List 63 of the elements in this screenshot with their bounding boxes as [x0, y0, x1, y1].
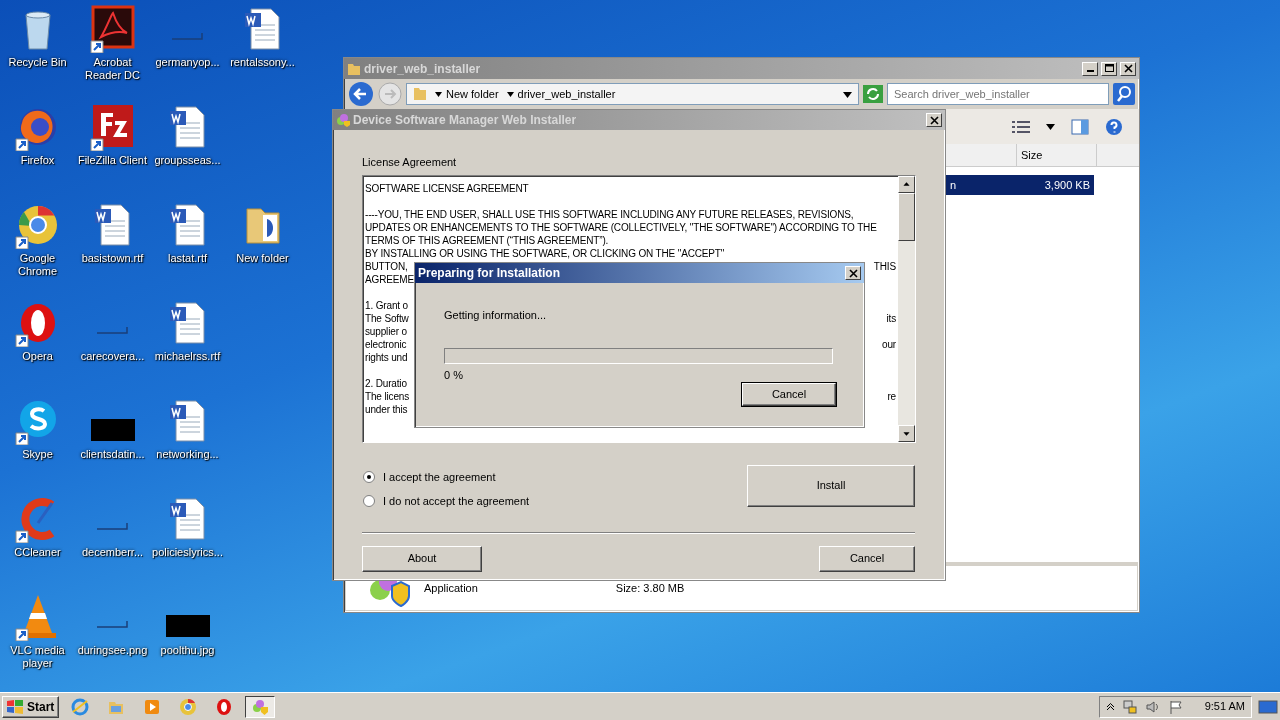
icon-label: VLC media player: [9, 644, 66, 670]
icon-label: CCleaner: [13, 546, 62, 559]
license-text: THIS: [873, 259, 896, 273]
status-message: Getting information...: [444, 308, 547, 323]
icon-label: networking...: [155, 448, 220, 461]
icon-label: rentalssony...: [229, 56, 296, 69]
icon-label: poolthu.jpg: [159, 644, 216, 657]
file-row[interactable]: n 3,900 KB: [946, 175, 1094, 195]
progress-percent: 0 %: [444, 367, 463, 383]
icon-label: policieslyrics...: [151, 546, 224, 559]
icon-label: Firefox: [19, 154, 56, 167]
license-text: The licens: [365, 389, 410, 403]
license-text: UPDATES OR ENHANCEMENTS TO THE SOFTWARE (COLLECTIVELY, "THE SOFTWARE") ACCORDING TO THE: [365, 220, 877, 234]
license-text: under this: [365, 402, 408, 416]
icon-label: clientsdatin...: [79, 448, 146, 461]
about-button[interactable]: About: [362, 545, 482, 572]
search-field[interactable]: Search driver_web_installer: [887, 83, 1109, 105]
icon-label: Opera: [21, 350, 54, 363]
icon-label: michaelrss.rtf: [153, 350, 222, 363]
icon-label: New folder: [235, 252, 290, 265]
license-text: BY INSTALLING OR USING THE SOFTWARE, OR CLICKING ON THE "ACCEPT": [365, 246, 725, 260]
license-text: 1. Grant o: [365, 298, 408, 312]
icon-label: Skype: [21, 448, 54, 461]
radio-option[interactable]: I accept the agreement: [363, 468, 530, 485]
license-text: 2. Duratio: [365, 376, 407, 390]
address-bar[interactable]: New folder driver_web_installer: [406, 83, 859, 105]
radio-option[interactable]: I do not accept the agreement: [363, 493, 530, 510]
icon-label: germanyop...: [154, 56, 221, 69]
start-button[interactable]: Start: [2, 695, 60, 718]
breadcrumb[interactable]: New folder: [446, 85, 499, 103]
icon-label: groupsseas...: [153, 154, 222, 167]
license-text: AGREEME: [365, 272, 414, 286]
icon-label: FileZilla Client: [76, 154, 149, 167]
license-text: The Softw: [365, 311, 409, 325]
license-text: rights und: [365, 350, 408, 364]
install-button[interactable]: Install: [747, 464, 915, 507]
file-type: Application: [424, 580, 478, 596]
cancel-button[interactable]: Cancel: [819, 545, 915, 572]
license-text: TERMS OF THIS AGREEMENT (“THIS AGREEMENT”).: [365, 233, 609, 247]
window-title: driver_web_installer: [364, 60, 482, 78]
icon-label: basistown.rtf: [80, 252, 145, 265]
clock[interactable]: 9:51 AM: [1204, 698, 1245, 715]
license-text: SOFTWARE LICENSE AGREEMENT: [365, 181, 529, 195]
icon-label: Recycle Bin: [7, 56, 68, 69]
license-text: supplier o: [365, 324, 407, 338]
breadcrumb[interactable]: driver_web_installer: [517, 85, 616, 103]
license-text: re: [887, 389, 896, 403]
license-text: its: [886, 311, 896, 325]
icon-label: decemberr...: [80, 546, 145, 559]
icon-label: Acrobat Reader DC: [84, 56, 141, 82]
icon-label: duringsee.png: [76, 644, 149, 657]
cancel-button[interactable]: Cancel: [742, 383, 836, 406]
license-text: our: [882, 337, 896, 351]
file-size: Size: 3.80 MB: [615, 580, 685, 596]
icon-label: lastat.rtf: [166, 252, 209, 265]
dialog-title: Preparing for Installation: [418, 265, 562, 282]
license-text: ----YOU, THE END USER, SHALL USE THIS SOFTWARE INCLUDING ANY FUTURE RELEASES, REVISIONS,: [365, 207, 854, 221]
window-title: Device Software Manager Web Installer: [353, 112, 578, 129]
icon-label: Google Chrome: [16, 252, 59, 278]
section-heading: License Agreement: [362, 155, 457, 170]
icon-label: carecovera...: [79, 350, 146, 363]
license-text: BUTTON,: [365, 259, 408, 273]
license-text: electronic: [365, 337, 407, 351]
